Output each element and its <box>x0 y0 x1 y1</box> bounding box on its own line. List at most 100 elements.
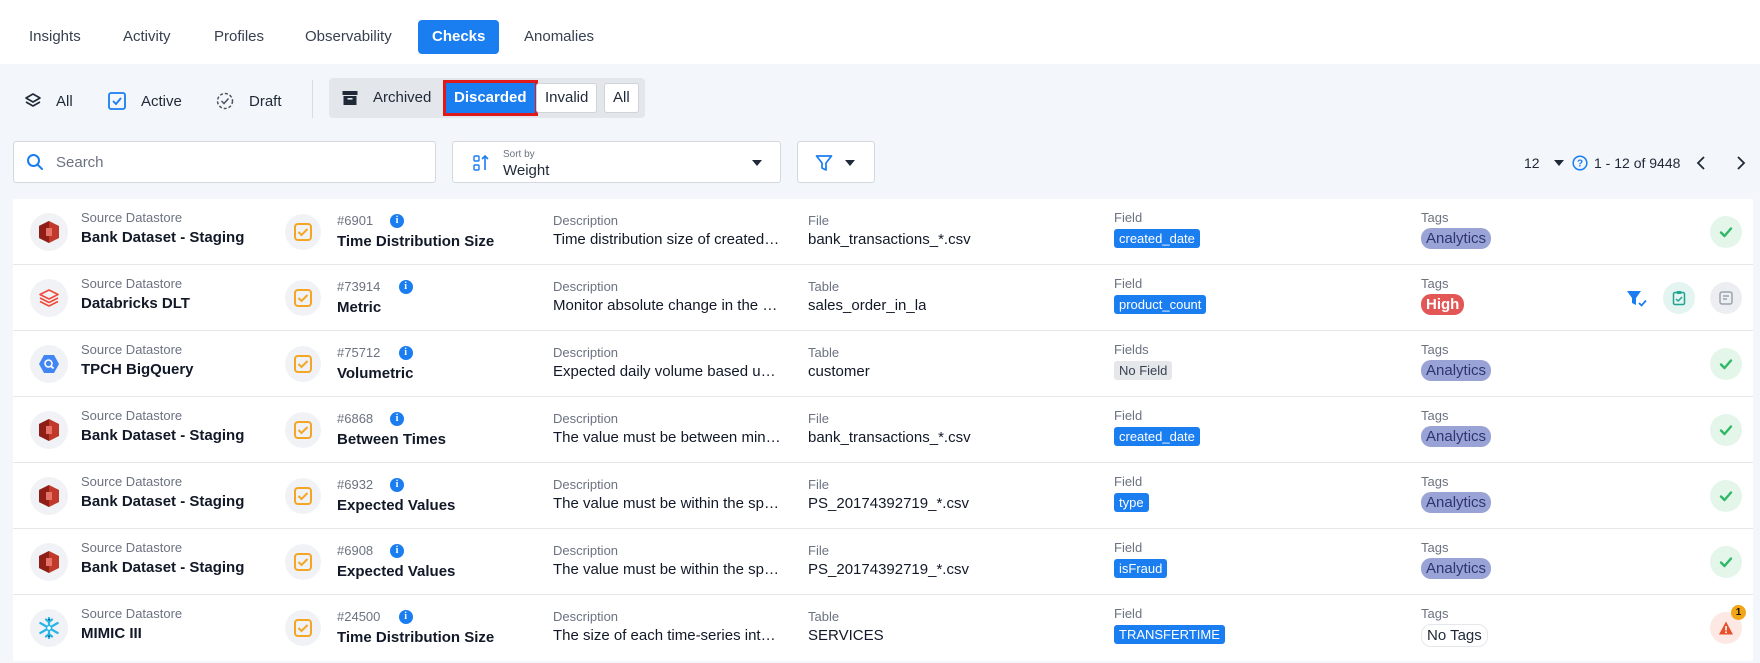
tags-label: Tags <box>1421 606 1449 621</box>
description-text: The value must be within the specified l… <box>553 561 783 578</box>
table-row[interactable]: Source Datastore Bank Dataset - Staging #6… <box>13 199 1753 265</box>
tag-chip[interactable]: Analytics <box>1421 492 1492 513</box>
table-row[interactable]: Source Datastore TPCH BigQuery #75712 i Volu… <box>13 331 1753 397</box>
datastore-name[interactable]: Databricks DLT <box>81 295 190 312</box>
check-id[interactable]: #6901 <box>337 213 373 228</box>
table-row[interactable]: Source Datastore Bank Dataset - Staging #6… <box>13 397 1753 463</box>
field-chip[interactable]: created_date <box>1114 427 1200 446</box>
checkbox-checked-icon <box>108 92 126 110</box>
tab-anomalies[interactable]: Anomalies <box>510 20 608 54</box>
datastore-name[interactable]: Bank Dataset - Staging <box>81 229 244 246</box>
chevron-right-icon[interactable] <box>1736 156 1746 170</box>
datastore-name[interactable]: TPCH BigQuery <box>81 361 194 378</box>
info-icon[interactable]: i <box>390 478 404 492</box>
info-icon[interactable]: i <box>390 412 404 426</box>
segment-archived[interactable]: Archived <box>373 83 431 113</box>
check-id[interactable]: #24500 <box>337 609 380 624</box>
filter-button[interactable] <box>797 141 875 183</box>
field-chip[interactable]: type <box>1114 493 1149 512</box>
snowflake-icon <box>30 609 68 647</box>
description-label: Description <box>553 609 619 624</box>
archive-icon <box>342 91 358 105</box>
status-passed-icon[interactable] <box>1710 348 1742 380</box>
filter-draft[interactable]: Draft <box>215 86 282 116</box>
datastore-name[interactable]: Bank Dataset - Staging <box>81 559 244 576</box>
tag-chip[interactable]: Analytics <box>1421 360 1492 381</box>
check-id[interactable]: #73914 <box>337 279 380 294</box>
check-icon-wrap <box>285 214 321 250</box>
sort-dropdown[interactable]: Sort by Weight <box>452 141 781 183</box>
field-chip[interactable]: No Field <box>1114 361 1173 380</box>
field-chip[interactable]: product_count <box>1114 295 1207 314</box>
field-chip[interactable]: created_date <box>1114 229 1200 248</box>
container-name[interactable]: bank_transactions_*.csv <box>808 231 971 248</box>
filter-active[interactable]: Active <box>107 86 182 116</box>
check-id[interactable]: #6932 <box>337 477 373 492</box>
redshift-icon <box>30 411 68 449</box>
help-icon[interactable]: ? <box>1572 155 1588 171</box>
field-chip[interactable]: isFraud <box>1114 559 1168 578</box>
checkmark-icon <box>1719 557 1733 568</box>
tag-chip[interactable]: High <box>1421 294 1465 315</box>
check-type: Expected Values <box>337 563 456 580</box>
check-id[interactable]: #6868 <box>337 411 373 426</box>
table-row[interactable]: Source Datastore Bank Dataset - Staging #6… <box>13 529 1753 595</box>
container-name[interactable]: customer <box>808 363 870 380</box>
tab-checks[interactable]: Checks <box>418 20 500 54</box>
info-icon[interactable]: i <box>398 346 413 360</box>
datastore-name[interactable]: Bank Dataset - Staging <box>81 427 244 444</box>
container-name[interactable]: PS_20174392719_*.csv <box>808 561 969 578</box>
chevron-left-icon[interactable] <box>1696 156 1706 170</box>
table-row[interactable]: Source Datastore Databricks DLT #73914 i Met… <box>13 265 1753 331</box>
status-passed-icon[interactable] <box>1710 480 1742 512</box>
container-name[interactable]: PS_20174392719_*.csv <box>808 495 969 512</box>
field-chip[interactable]: TRANSFERTIME <box>1114 625 1225 644</box>
filter-check-icon[interactable] <box>1626 289 1648 309</box>
redshift-icon <box>30 477 68 515</box>
segment-discarded[interactable]: Discarded <box>443 80 538 116</box>
tab-observability[interactable]: Observability <box>291 20 406 54</box>
tab-profiles[interactable]: Profiles <box>200 20 278 54</box>
segment-invalid[interactable]: Invalid <box>536 83 598 113</box>
container-label: File <box>808 411 829 426</box>
container-label: Table <box>808 609 840 624</box>
status-passed-icon[interactable] <box>1710 216 1742 248</box>
description-label: Description <box>553 411 619 426</box>
table-row[interactable]: Source Datastore MIMIC III #24500 i Time Dis… <box>13 595 1753 661</box>
tag-chip[interactable]: Analytics <box>1421 558 1492 579</box>
status-passed-icon[interactable] <box>1710 414 1742 446</box>
page-size-select[interactable]: 12 <box>1524 152 1564 174</box>
tags-label: Tags <box>1421 210 1449 225</box>
check-icon-wrap <box>285 610 321 646</box>
filter-all[interactable]: All <box>24 86 73 116</box>
draft-circle-icon <box>216 92 234 110</box>
status-passed-icon[interactable] <box>1710 546 1742 578</box>
search-input[interactable] <box>56 153 396 171</box>
table-row[interactable]: Source Datastore Bank Dataset - Staging #6… <box>13 463 1753 529</box>
note-button[interactable] <box>1710 282 1742 314</box>
tags-label: Tags <box>1421 540 1449 555</box>
check-type: Expected Values <box>337 497 456 514</box>
info-icon[interactable]: i <box>390 214 404 228</box>
filter-draft-label: Draft <box>249 92 282 110</box>
datastore-name[interactable]: MIMIC III <box>81 625 142 642</box>
check-type-icon <box>294 553 312 571</box>
tag-chip[interactable]: No Tags <box>1421 624 1488 647</box>
info-icon[interactable]: i <box>390 544 404 558</box>
datastore-name[interactable]: Bank Dataset - Staging <box>81 493 244 510</box>
info-icon[interactable]: i <box>398 280 413 294</box>
container-name[interactable]: sales_order_in_la <box>808 297 926 314</box>
tab-insights[interactable]: Insights <box>15 20 95 54</box>
tab-activity[interactable]: Activity <box>109 20 185 54</box>
tag-chip[interactable]: Analytics <box>1421 228 1492 249</box>
check-id[interactable]: #75712 <box>337 345 380 360</box>
tag-chip[interactable]: Analytics <box>1421 426 1492 447</box>
container-name[interactable]: bank_transactions_*.csv <box>808 429 971 446</box>
activate-check-button[interactable] <box>1663 282 1695 314</box>
container-name[interactable]: SERVICES <box>808 627 884 644</box>
check-id[interactable]: #6908 <box>337 543 373 558</box>
container-label: File <box>808 543 829 558</box>
info-icon[interactable]: i <box>398 610 413 624</box>
segment-all[interactable]: All <box>604 83 639 113</box>
pagination-range: 1 - 12 of 9448 <box>1594 155 1681 171</box>
